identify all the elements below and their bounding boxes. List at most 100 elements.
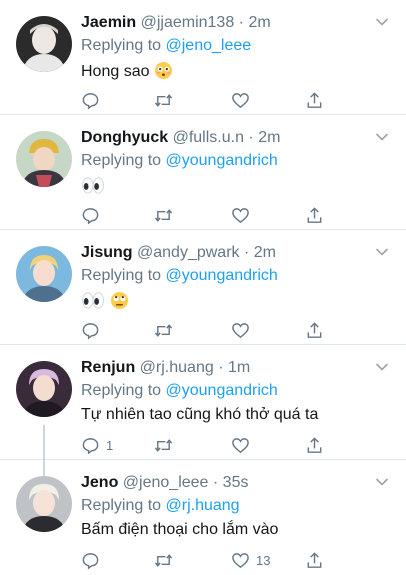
handle[interactable]: @jeno_leee xyxy=(123,474,209,491)
display-name[interactable]: Jaemin xyxy=(81,14,136,31)
speech-bubble-icon xyxy=(82,92,99,109)
replying-to: Replying to @youngandrich xyxy=(81,382,278,400)
chevron-down-icon[interactable] xyxy=(374,129,390,145)
retweet-icon xyxy=(154,93,173,107)
tweet-body: Tự nhiên tao cũng khó thở quá ta xyxy=(81,406,319,423)
replying-to: Replying to @rj.huang xyxy=(81,497,240,515)
like-button[interactable]: 13 xyxy=(231,550,270,570)
share-icon xyxy=(307,436,322,453)
share-button[interactable] xyxy=(305,320,324,340)
chevron-down-icon[interactable] xyxy=(374,474,390,490)
handle[interactable]: @jjaemin138 xyxy=(141,14,235,31)
tweet-header: Jisung @andy_pwark · 2m xyxy=(81,244,366,262)
display-name[interactable]: Jisung xyxy=(81,244,133,261)
tweet[interactable]: Donghyuck @fulls.u.n · 2m Replying to @y… xyxy=(0,115,406,230)
like-button[interactable] xyxy=(231,320,256,340)
like-button[interactable] xyxy=(231,90,256,110)
tweet-header: Jaemin @jjaemin138 · 2m xyxy=(81,14,366,32)
replying-to: Replying to @jeno_leee xyxy=(81,37,251,55)
heart-icon xyxy=(232,437,249,453)
reply-button[interactable]: 1 xyxy=(81,435,113,455)
avatar[interactable] xyxy=(16,16,72,72)
tweet-text: Hong sao xyxy=(81,61,174,81)
handle[interactable]: @rj.huang xyxy=(140,359,214,376)
avatar[interactable] xyxy=(16,361,72,417)
reply-button[interactable] xyxy=(81,550,106,570)
display-name[interactable]: Donghyuck xyxy=(81,129,168,146)
heart-icon xyxy=(232,552,249,568)
action-bar xyxy=(81,320,346,342)
handle[interactable]: @fulls.u.n xyxy=(173,129,244,146)
tweet-text: Bấm điện thoại cho lắm vào xyxy=(81,521,278,539)
retweet-button[interactable] xyxy=(154,320,173,340)
action-bar xyxy=(81,90,346,112)
share-button[interactable] xyxy=(305,435,324,455)
speech-bubble-icon xyxy=(82,207,99,224)
action-bar: 13 xyxy=(81,550,346,572)
avatar[interactable] xyxy=(16,246,72,302)
share-icon xyxy=(307,321,322,338)
tweet-body: Bấm điện thoại cho lắm vào xyxy=(81,521,279,538)
heart-icon xyxy=(232,92,249,108)
replying-to-label: Replying to xyxy=(81,267,166,284)
mention-link[interactable]: @jeno_leee xyxy=(166,37,252,54)
display-name[interactable]: Renjun xyxy=(81,359,135,376)
tweet[interactable]: Renjun @rj.huang · 1m Replying to @young… xyxy=(0,345,406,460)
share-button[interactable] xyxy=(305,90,324,110)
retweet-button[interactable] xyxy=(154,205,173,225)
chevron-down-icon[interactable] xyxy=(374,359,390,375)
timestamp[interactable]: · 1m xyxy=(218,359,250,376)
timestamp[interactable]: · 2m xyxy=(244,244,276,261)
retweet-button[interactable] xyxy=(154,550,173,570)
share-button[interactable] xyxy=(305,550,324,570)
share-icon xyxy=(307,91,322,108)
share-icon xyxy=(307,551,322,568)
tweet[interactable]: Jeno @jeno_leee · 35s Replying to @rj.hu… xyxy=(0,460,406,575)
avatar[interactable] xyxy=(16,476,72,532)
tweet[interactable]: Jisung @andy_pwark · 2m Replying to @you… xyxy=(0,230,406,345)
like-button[interactable] xyxy=(231,435,256,455)
tweet-header: Renjun @rj.huang · 1m xyxy=(81,359,366,377)
rolling-eyes-face-icon xyxy=(111,291,129,310)
avatar[interactable] xyxy=(16,131,72,187)
thread-line xyxy=(43,425,45,460)
action-bar: 1 xyxy=(81,435,346,457)
like-button[interactable] xyxy=(231,205,256,225)
reply-button[interactable] xyxy=(81,90,106,110)
flushed-face-icon xyxy=(154,61,173,80)
replying-to-label: Replying to xyxy=(81,152,166,169)
mention-link[interactable]: @youngandrich xyxy=(166,267,278,284)
replying-to-label: Replying to xyxy=(81,382,166,399)
thread-line xyxy=(43,460,45,476)
mention-link[interactable]: @youngandrich xyxy=(166,152,278,169)
replying-to-label: Replying to xyxy=(81,497,166,514)
retweet-icon xyxy=(154,208,173,222)
handle[interactable]: @andy_pwark xyxy=(137,244,240,261)
chevron-down-icon[interactable] xyxy=(374,244,390,260)
heart-icon xyxy=(232,322,249,338)
speech-bubble-icon xyxy=(82,437,99,454)
display-name[interactable]: Jeno xyxy=(81,474,118,491)
tweet-text xyxy=(81,291,130,311)
mention-link[interactable]: @youngandrich xyxy=(166,382,278,399)
reply-button[interactable] xyxy=(81,320,106,340)
tweet-header: Donghyuck @fulls.u.n · 2m xyxy=(81,129,366,147)
timestamp[interactable]: · 2m xyxy=(239,14,271,31)
reply-count: 1 xyxy=(106,437,114,453)
tweet[interactable]: Jaemin @jjaemin138 · 2m Replying to @jen… xyxy=(0,0,406,115)
like-count: 13 xyxy=(256,552,271,568)
reply-button[interactable] xyxy=(81,205,106,225)
replying-to: Replying to @youngandrich xyxy=(81,152,278,170)
share-button[interactable] xyxy=(305,205,324,225)
retweet-button[interactable] xyxy=(154,435,173,455)
mention-link[interactable]: @rj.huang xyxy=(166,497,240,514)
retweet-icon xyxy=(154,323,173,337)
retweet-button[interactable] xyxy=(154,90,173,110)
action-bar xyxy=(81,205,346,227)
tweet-text: Tự nhiên tao cũng khó thở quá ta xyxy=(81,406,318,424)
replying-to-label: Replying to xyxy=(81,37,166,54)
timestamp[interactable]: · 35s xyxy=(213,474,249,491)
timestamp[interactable]: · 2m xyxy=(248,129,280,146)
chevron-down-icon[interactable] xyxy=(374,14,390,30)
replying-to: Replying to @youngandrich xyxy=(81,267,278,285)
